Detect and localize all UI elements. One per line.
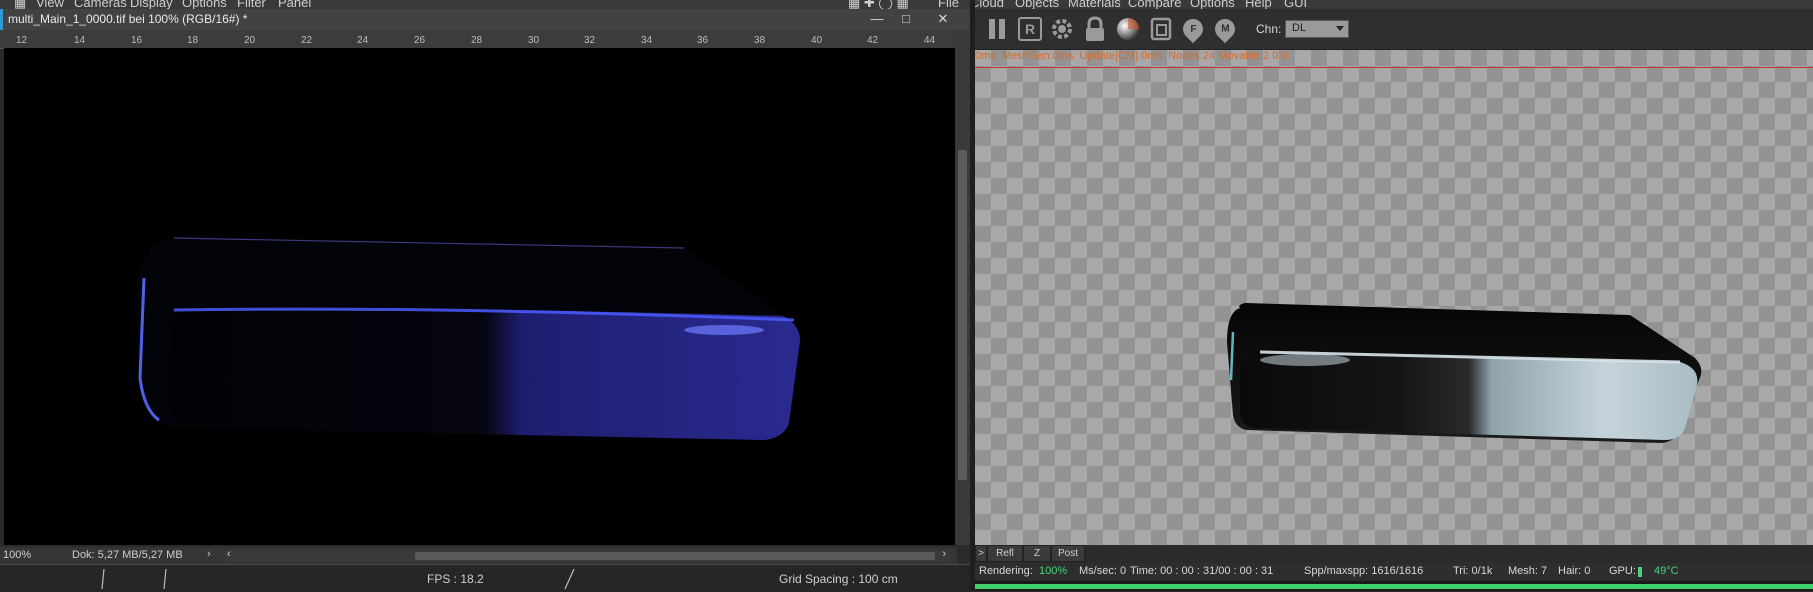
document-canvas[interactable] [4,48,955,545]
ruler-tick: 16 [131,35,143,46]
channel-select[interactable]: DL [1285,20,1349,38]
ruler-tick: 18 [187,35,199,46]
vertical-scrollbar[interactable] [955,30,970,545]
vertical-scroll-thumb[interactable] [958,150,967,480]
rendering-value: 100% [1039,565,1068,577]
render-toolbar: R F M Chn: DL [975,9,1813,50]
document-title: multi_Main_1_0000.tif bei 100% (RGB/16#)… [8,12,248,26]
render-progress-bar [975,581,1813,591]
gpu-label: GPU: [1609,565,1636,577]
ruler-tick: 42 [867,35,879,46]
ruler-tick: 36 [697,35,709,46]
grid-spacing-readout: Grid Spacing : 100 cm [779,572,898,586]
tab-collapse[interactable]: > [975,545,987,562]
menu-filter[interactable]: Filter [237,0,266,9]
menu-view[interactable]: View [36,0,64,9]
channel-label: Chn: [1256,22,1282,36]
ms-per-sec: Ms/sec: 0 [1079,565,1127,577]
render-object-image [1227,303,1702,443]
dark-render-image [136,237,800,440]
minimize-button[interactable]: — [866,11,888,27]
menu-file[interactable]: File [938,0,959,9]
render-time: Time: 00 : 00 : 31/00 : 00 : 31 [1130,565,1274,577]
maximize-button[interactable]: □ [895,11,917,27]
menu-materials[interactable]: Materials [1068,0,1121,9]
gpu-temp: 49°C [1654,565,1679,577]
layout-icons: ▦ ✚ ◯ ▦ [848,0,909,9]
zoom-level[interactable]: 100% [3,549,31,561]
render-statusbar: Rendering: 100% Ms/sec: 0 Time: 00 : 00 … [975,563,1813,580]
material-pin-icon[interactable]: M [1210,14,1240,44]
ruler-tick: 30 [528,35,540,46]
ruler-tick: 28 [471,35,483,46]
app-icon: ▦ [14,0,27,9]
tab-post[interactable]: Post [1051,545,1085,562]
menu-display[interactable]: Display [130,0,173,9]
frame-icon[interactable] [1148,16,1174,42]
menu-objects[interactable]: Objects [1015,0,1059,9]
menu-compare[interactable]: Compare [1128,0,1181,9]
ruler-tick: 24 [357,35,369,46]
horizontal-scroll-thumb[interactable] [415,552,935,560]
scroll-right-icon[interactable]: › [942,548,946,560]
horizontal-ruler: 12 14 16 18 20 22 24 26 28 30 32 34 36 3… [0,30,957,49]
material-pin-letter: M [1220,23,1230,35]
tab-refl[interactable]: Refl [987,545,1023,562]
ruler-tick: 20 [244,35,256,46]
doc-size: Dok: 5,27 MB/5,27 MB [72,549,183,561]
chevron-right-icon[interactable]: › [207,548,211,560]
focus-pin-letter: F [1189,23,1197,35]
ruler-tick: 32 [584,35,596,46]
horizontal-scrollbar[interactable]: ‹ › [225,548,950,562]
region-letter: R [1018,17,1042,41]
menu-panel[interactable]: Panel [278,0,311,9]
ruler-tick: 34 [641,35,653,46]
document-titlebar[interactable]: multi_Main_1_0000.tif bei 100% (RGB/16#)… [0,9,970,31]
menu-cameras[interactable]: Cameras [74,0,127,9]
gpu-meter-icon [1638,567,1642,577]
chevron-down-icon [1336,26,1344,31]
lock-icon[interactable] [1082,16,1108,42]
focus-pin-icon[interactable]: F [1178,14,1208,44]
rendering-label: Rendering: [979,565,1033,577]
render-progress-fill [975,584,1813,589]
render-viewport[interactable]: 0ms. MeshGen:0ms. Update[CM]:0ms. Nodes:… [975,50,1813,545]
menu-bar: ▦ View Cameras Display Options Filter Pa… [0,0,1813,9]
ruler-tick: 38 [754,35,766,46]
viewport-statusbar: FPS : 18.2 Grid Spacing : 100 cm [0,564,970,592]
tab-z[interactable]: Z [1023,545,1051,562]
tri-readout: Tri: 0/1k [1453,565,1493,577]
ruler-tick: 12 [16,35,28,46]
active-doc-accent [0,9,3,30]
menu-options[interactable]: Options [182,0,227,9]
fps-readout: FPS : 18.2 [427,572,484,586]
scroll-left-icon[interactable]: ‹ [227,548,231,560]
ruler-tick: 44 [924,35,936,46]
menu-gui[interactable]: GUI [1284,0,1307,9]
ruler-tick: 40 [811,35,823,46]
spp-readout: Spp/maxspp: 1616/1616 [1304,565,1424,577]
render-tabs: > Refl Z Post [975,545,1175,562]
ruler-tick: 14 [74,35,86,46]
material-sphere-icon[interactable] [1115,16,1141,42]
menu-help[interactable]: Help [1245,0,1272,9]
close-button[interactable]: ✕ [932,11,954,27]
settings-gear-icon[interactable] [1049,16,1075,42]
region-icon[interactable]: R [1017,16,1043,42]
menu-options-render[interactable]: Options [1190,0,1235,9]
channel-value: DL [1292,22,1307,34]
mesh-readout: Mesh: 7 [1508,565,1548,577]
ruler-tick: 26 [414,35,426,46]
pause-icon[interactable] [984,16,1010,42]
menu-cloud[interactable]: Cloud [970,0,1004,9]
hair-readout: Hair: 0 [1558,565,1591,577]
ruler-tick: 22 [301,35,313,46]
